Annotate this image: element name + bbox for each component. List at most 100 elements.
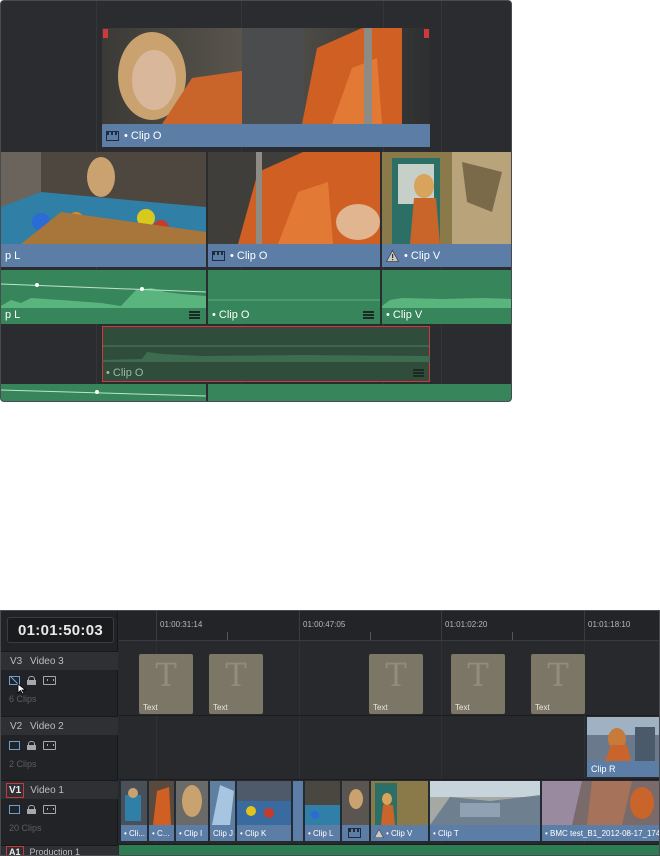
- a3-clip[interactable]: [208, 384, 511, 401]
- v1-clip-v[interactable]: • Clip V: [382, 152, 511, 267]
- clip-thumbnail: [382, 152, 511, 244]
- clip-label: • Clip O: [106, 367, 144, 379]
- a1-clip-v[interactable]: • Clip V: [382, 270, 511, 324]
- warning-icon: [386, 249, 399, 262]
- text-title-icon: T: [467, 656, 489, 694]
- clip-label: • Clip K: [240, 829, 267, 838]
- clip-count: 2 Clips: [9, 759, 37, 769]
- a1-clip-o[interactable]: • Clip O: [208, 270, 380, 324]
- ruler-label: 01:00:47:05: [303, 620, 346, 629]
- clip-label: • Clip L: [308, 829, 334, 838]
- audio-waveform: [102, 345, 430, 362]
- clip-thumbnail: [430, 781, 540, 825]
- clip-thumbnail: [208, 152, 380, 244]
- clapperboard-icon: [212, 250, 225, 261]
- a1-clip-l[interactable]: p L: [1, 270, 206, 324]
- v1-clip[interactable]: • Clip I: [175, 781, 208, 841]
- clip-label: • Clip V: [386, 829, 413, 838]
- v1-clip[interactable]: • Cli...: [120, 781, 147, 841]
- clip-thumbnail: [176, 781, 208, 825]
- mouse-cursor-icon: [17, 683, 27, 695]
- v2-clip-r[interactable]: Clip R: [587, 717, 659, 777]
- v1-clip[interactable]: [292, 781, 303, 841]
- track-title-row: V1 Video 1: [1, 781, 118, 799]
- clip-label: • Cli...: [124, 829, 146, 838]
- track-id-destination[interactable]: V1: [6, 782, 25, 798]
- clip-label: • Clip O: [230, 249, 268, 262]
- text-clip[interactable]: T Text: [369, 654, 423, 714]
- v1-clip[interactable]: • Clip T: [429, 781, 540, 841]
- lock-icon[interactable]: [27, 805, 36, 814]
- v1-clip[interactable]: [341, 781, 369, 841]
- disable-track-icon[interactable]: [43, 805, 56, 814]
- trim-handle-right[interactable]: [424, 29, 429, 38]
- a1-audio-clips[interactable]: [119, 845, 659, 855]
- timeline-zoom-panel: • Clip O p L • Clip O • Clip V p L • Cli…: [0, 0, 512, 402]
- track-title-row: A1 Production 1: [1, 846, 118, 855]
- clip-label: • Clip I: [179, 829, 203, 838]
- track-name[interactable]: Video 3: [30, 656, 64, 667]
- track-name[interactable]: Production 1: [30, 847, 81, 855]
- disable-track-icon[interactable]: [43, 741, 56, 750]
- v1-clip-o[interactable]: • Clip O: [208, 152, 380, 267]
- ruler-tick: [370, 632, 371, 640]
- text-title-icon: T: [155, 656, 177, 694]
- timecode-display[interactable]: 01:01:50:03: [7, 617, 114, 643]
- track-header-a1: A1 Production 1: [1, 845, 118, 855]
- auto-select-icon[interactable]: [9, 805, 20, 814]
- lock-icon[interactable]: [27, 741, 36, 750]
- lane-divider: [119, 779, 659, 780]
- a3-clip[interactable]: [1, 384, 206, 401]
- timeline-ruler[interactable]: 01:00:31:14 01:00:47:05 01:01:02:20 01:0…: [119, 611, 659, 641]
- clip-count: 20 Clips: [9, 823, 42, 833]
- clapperboard-icon: [348, 828, 361, 838]
- clip-thumbnail: [342, 781, 369, 825]
- clip-label: p L: [5, 249, 21, 262]
- track-header-v1: V1 Video 1 20 Clips: [1, 780, 118, 844]
- auto-select-icon[interactable]: [9, 741, 20, 750]
- lock-icon[interactable]: [27, 676, 36, 685]
- v1-clip[interactable]: • C...: [148, 781, 174, 841]
- v2-clip-o[interactable]: • Clip O: [102, 28, 430, 147]
- track-title-row: V2 Video 2: [1, 717, 118, 735]
- text-clip[interactable]: T Text: [451, 654, 505, 714]
- clip-label: • Clip T: [433, 829, 459, 838]
- menu-icon: [363, 311, 374, 319]
- a2-clip-o[interactable]: • Clip O: [102, 326, 430, 382]
- clip-thumbnail: [149, 781, 174, 825]
- track-name[interactable]: Video 2: [30, 721, 64, 732]
- text-clip[interactable]: T Text: [209, 654, 263, 714]
- clip-thumbnail: [305, 781, 340, 825]
- disable-track-icon[interactable]: [43, 676, 56, 685]
- ruler-tick: [512, 632, 513, 640]
- clip-thumbnail: [1, 152, 206, 244]
- text-title-icon: T: [385, 656, 407, 694]
- clip-label: • Clip V: [404, 249, 441, 262]
- trim-handle-left[interactable]: [103, 29, 108, 38]
- v1-clip[interactable]: Clip J: [209, 781, 235, 841]
- track-id-destination[interactable]: A1: [6, 846, 24, 855]
- ruler-tick: [584, 611, 585, 640]
- v1-clip[interactable]: • Clip K: [236, 781, 291, 841]
- v1-clip[interactable]: • Clip L: [304, 781, 340, 841]
- track-name[interactable]: Video 1: [30, 785, 64, 796]
- warning-icon: [374, 829, 384, 838]
- text-clip[interactable]: T Text: [531, 654, 585, 714]
- v1-clip-l[interactable]: p L: [1, 152, 206, 267]
- ruler-tick: [156, 611, 157, 640]
- clip-label: • BMC test_B1_2012-08-17_1745: [545, 829, 660, 838]
- clip-label: Text: [535, 703, 550, 712]
- track-id: V3: [10, 655, 23, 667]
- v1-clip[interactable]: • BMC test_B1_2012-08-17_1745: [541, 781, 660, 841]
- ruler-tick: [441, 611, 442, 640]
- track-header-v3: V3 Video 3 6 Clips: [1, 651, 118, 715]
- clip-thumbnail: [121, 781, 147, 825]
- clip-label: Text: [455, 703, 470, 712]
- clip-label: p L: [5, 309, 21, 321]
- clip-label: Clip J: [213, 829, 234, 838]
- text-clip[interactable]: T Text: [139, 654, 193, 714]
- clip-label: Clip R: [591, 764, 616, 774]
- v1-clip[interactable]: • Clip V: [370, 781, 428, 841]
- clip-label: Text: [213, 703, 228, 712]
- ruler-label: 01:00:31:14: [160, 620, 203, 629]
